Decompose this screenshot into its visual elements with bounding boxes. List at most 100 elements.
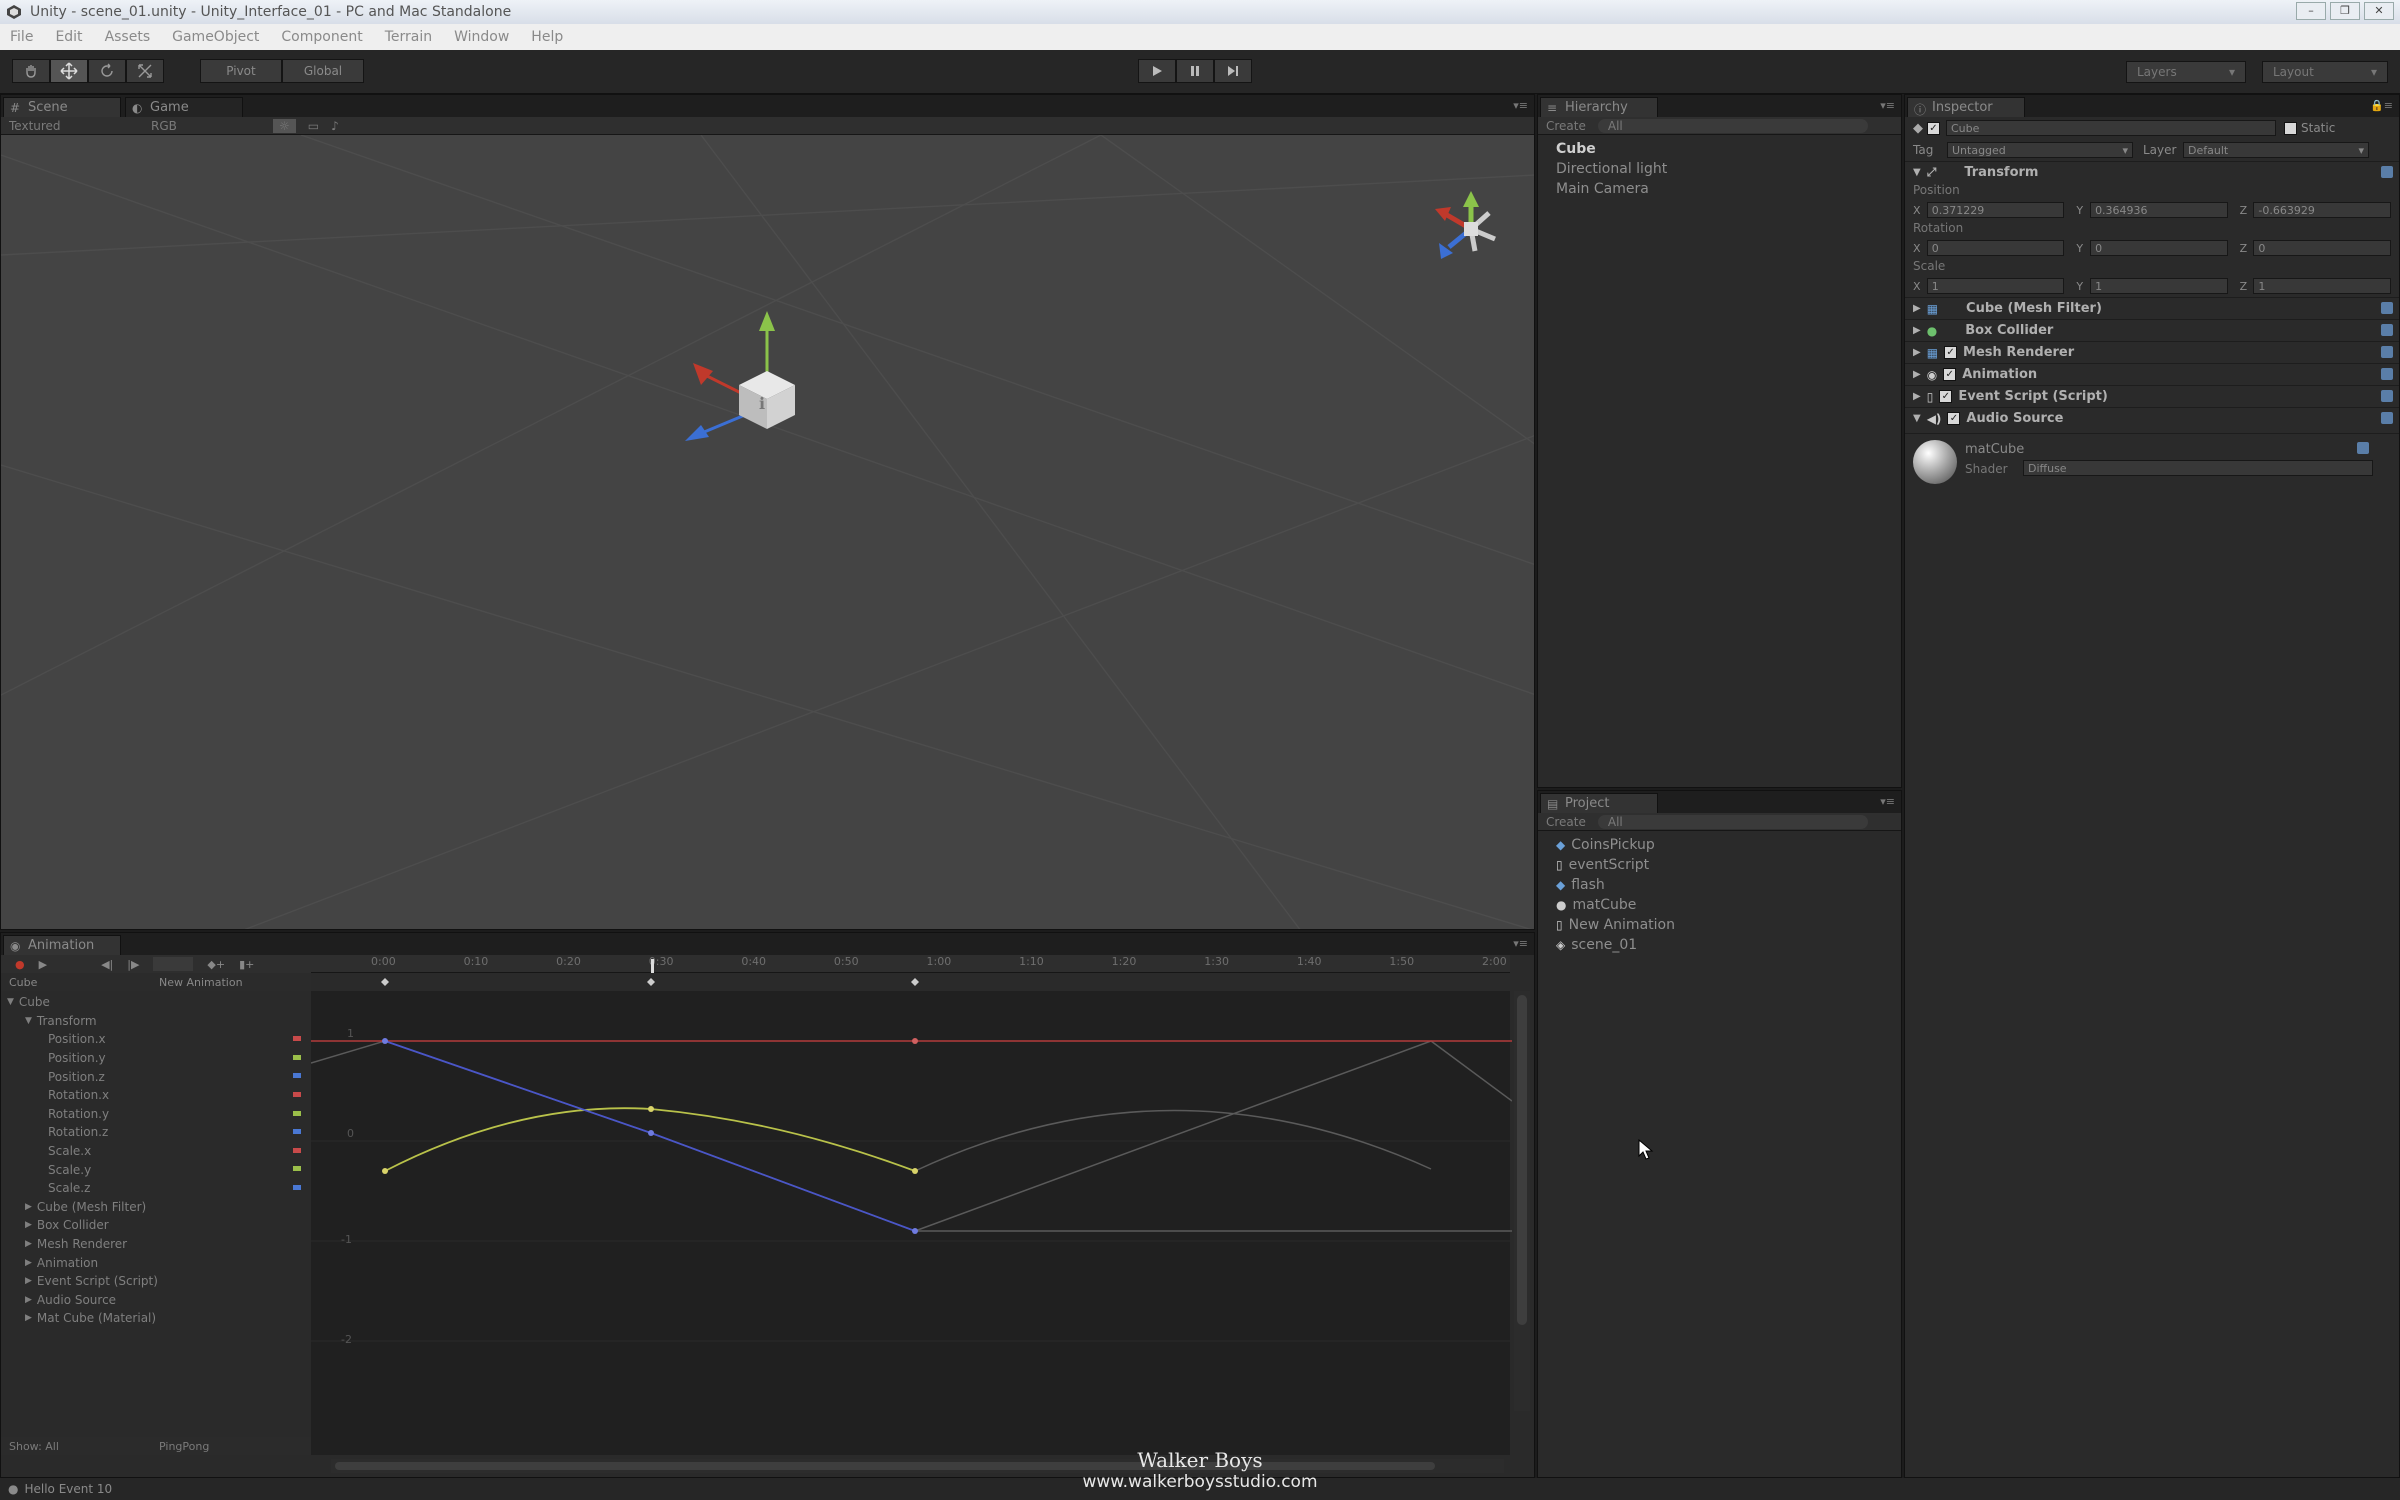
rotation-y-field[interactable]: 0 xyxy=(2090,240,2228,256)
component-settings-icon[interactable] xyxy=(2381,390,2393,402)
animation-tree-node[interactable]: ▶ Box Collider xyxy=(1,1216,311,1235)
cube-object[interactable]: ℹ xyxy=(739,371,795,429)
project-item[interactable]: ▯ New Animation xyxy=(1538,915,1901,935)
menu-edit[interactable]: Edit xyxy=(55,29,82,45)
panel-menu-icon[interactable]: ▾≡ xyxy=(1513,99,1528,112)
project-item[interactable]: ◆ flash xyxy=(1538,875,1901,895)
curve-color-swatch[interactable] xyxy=(293,1147,301,1153)
prev-key-icon[interactable]: ◀| xyxy=(101,958,113,971)
active-checkbox[interactable]: ✓ xyxy=(1927,121,1940,135)
scale-x-field[interactable]: 1 xyxy=(1926,278,2065,294)
animation-tree-node[interactable]: Position.y xyxy=(1,1049,311,1068)
tab-game[interactable]: ◐ Game xyxy=(125,97,243,117)
mesh-renderer-component-header[interactable]: ▶ ▦ ✓ Mesh Renderer xyxy=(1905,341,2399,363)
tab-inspector[interactable]: ⓘ Inspector xyxy=(1907,97,2025,117)
menu-file[interactable]: File xyxy=(10,29,33,45)
component-enabled-checkbox[interactable]: ✓ xyxy=(1947,412,1961,425)
curve-color-swatch[interactable] xyxy=(293,1091,301,1097)
curve-color-swatch[interactable] xyxy=(293,1110,301,1116)
curve-color-swatch[interactable] xyxy=(293,1073,301,1079)
animation-tree-node[interactable]: Rotation.z xyxy=(1,1123,311,1142)
hierarchy-item-main-camera[interactable]: Main Camera xyxy=(1538,179,1901,199)
shader-dropdown[interactable]: Diffuse xyxy=(2023,460,2373,476)
curve-color-swatch[interactable] xyxy=(293,1129,301,1135)
rotate-tool-button[interactable] xyxy=(88,59,126,83)
tab-project[interactable]: ▤ Project xyxy=(1540,793,1658,813)
animation-tree-node[interactable]: Scale.y xyxy=(1,1160,311,1179)
project-item[interactable]: ▯ eventScript xyxy=(1538,855,1901,875)
rotation-x-field[interactable]: 0 xyxy=(1926,240,2065,256)
timeline-ruler[interactable]: 0:00 0:10 0:20 0:30 0:40 0:50 1:00 1:10 1:20 1:30… xyxy=(311,955,1510,973)
maximize-button[interactable]: ❐ xyxy=(2330,2,2360,20)
keyframe-strip[interactable] xyxy=(311,973,1510,991)
rotation-z-field[interactable]: 0 xyxy=(2253,240,2391,256)
animation-tree-node[interactable]: ▶ Event Script (Script) xyxy=(1,1272,311,1291)
animation-tree-node[interactable]: ▼ Transform xyxy=(1,1012,311,1031)
panel-menu-icon[interactable]: ▾≡ xyxy=(1513,937,1528,950)
curve-color-swatch[interactable] xyxy=(293,1036,301,1042)
project-create-button[interactable]: Create xyxy=(1546,815,1586,829)
animation-tree-node[interactable]: ▶ Audio Source xyxy=(1,1291,311,1310)
object-name-field[interactable]: Cube xyxy=(1946,120,2276,136)
project-item[interactable]: ● matCube xyxy=(1538,895,1901,915)
menu-help[interactable]: Help xyxy=(531,29,563,45)
panel-menu-icon[interactable]: ▾≡ xyxy=(1880,99,1895,112)
component-settings-icon[interactable] xyxy=(2381,166,2393,178)
component-settings-icon[interactable] xyxy=(2381,324,2393,336)
animation-tree-node[interactable]: Rotation.x xyxy=(1,1086,311,1105)
playhead-marker[interactable] xyxy=(651,959,654,973)
orientation-gizmo[interactable] xyxy=(1435,191,1496,259)
position-z-field[interactable]: -0.663929 xyxy=(2253,202,2391,218)
tab-hierarchy[interactable]: ≡ Hierarchy xyxy=(1540,97,1658,117)
component-enabled-checkbox[interactable]: ✓ xyxy=(1943,368,1957,381)
close-button[interactable]: ✕ xyxy=(2364,2,2394,20)
component-enabled-checkbox[interactable]: ✓ xyxy=(1939,390,1953,403)
tab-scene[interactable]: # Scene xyxy=(3,97,121,117)
play-button[interactable] xyxy=(1138,59,1176,83)
menu-window[interactable]: Window xyxy=(454,29,509,45)
mesh-filter-component-header[interactable]: ▶ ▦ Cube (Mesh Filter) xyxy=(1905,297,2399,319)
menu-component[interactable]: Component xyxy=(281,29,362,45)
animation-tree-node[interactable]: ▶ Animation xyxy=(1,1253,311,1272)
panel-menu-icon[interactable]: ▾≡ xyxy=(1880,795,1895,808)
audio-toggle-icon[interactable]: ♪ xyxy=(331,119,339,133)
next-key-icon[interactable]: |▶ xyxy=(127,958,139,971)
menu-assets[interactable]: Assets xyxy=(105,29,151,45)
animation-tree-node[interactable]: Scale.z xyxy=(1,1179,311,1198)
animation-tree-node[interactable]: ▼ Cube xyxy=(1,993,311,1012)
scene-image-icon[interactable]: ▭ xyxy=(308,119,319,133)
material-settings-icon[interactable] xyxy=(2357,442,2369,454)
menu-gameobject[interactable]: GameObject xyxy=(172,29,259,45)
hierarchy-create-button[interactable]: Create xyxy=(1546,119,1586,133)
component-settings-icon[interactable] xyxy=(2381,346,2393,358)
play-icon[interactable]: ▶ xyxy=(39,958,47,971)
position-x-field[interactable]: 0.371229 xyxy=(1926,202,2065,218)
global-toggle[interactable]: Global xyxy=(282,59,364,83)
component-settings-icon[interactable] xyxy=(2381,412,2393,424)
add-key-icon[interactable]: ◆+ xyxy=(207,958,225,971)
component-settings-icon[interactable] xyxy=(2381,368,2393,380)
curve-color-swatch[interactable] xyxy=(293,1054,301,1060)
component-enabled-checkbox[interactable]: ✓ xyxy=(1944,346,1958,359)
tag-dropdown[interactable]: Untagged ▾ xyxy=(1947,142,2133,158)
curve-vertical-scrollbar[interactable] xyxy=(1514,991,1530,1411)
animation-tree-node[interactable]: Position.x xyxy=(1,1030,311,1049)
scale-tool-button[interactable] xyxy=(126,59,164,83)
add-event-icon[interactable]: ▮+ xyxy=(239,958,254,971)
step-button[interactable] xyxy=(1214,59,1252,83)
animation-component-header[interactable]: ▶ ◉ ✓ Animation xyxy=(1905,363,2399,385)
hierarchy-search-input[interactable]: All xyxy=(1597,118,1868,133)
curve-color-swatch[interactable] xyxy=(293,1184,301,1190)
render-mode-dropdown[interactable]: Textured xyxy=(9,119,139,133)
pause-button[interactable] xyxy=(1176,59,1214,83)
layers-dropdown[interactable]: Layers ▾ xyxy=(2126,61,2246,83)
event-script-component-header[interactable]: ▶ ▯ ✓ Event Script (Script) xyxy=(1905,385,2399,407)
animation-tree-node[interactable]: ▶ Mesh Renderer xyxy=(1,1235,311,1254)
layout-dropdown[interactable]: Layout ▾ xyxy=(2262,61,2388,83)
clip-dropdown[interactable]: New Animation xyxy=(159,976,243,989)
animation-tree-node[interactable]: Scale.x xyxy=(1,1142,311,1161)
move-tool-button[interactable] xyxy=(50,59,88,83)
animation-tree-node[interactable]: Position.z xyxy=(1,1067,311,1086)
layer-dropdown[interactable]: Default ▾ xyxy=(2183,142,2369,158)
animation-tree-node[interactable]: ▶ Mat Cube (Material) xyxy=(1,1309,311,1328)
